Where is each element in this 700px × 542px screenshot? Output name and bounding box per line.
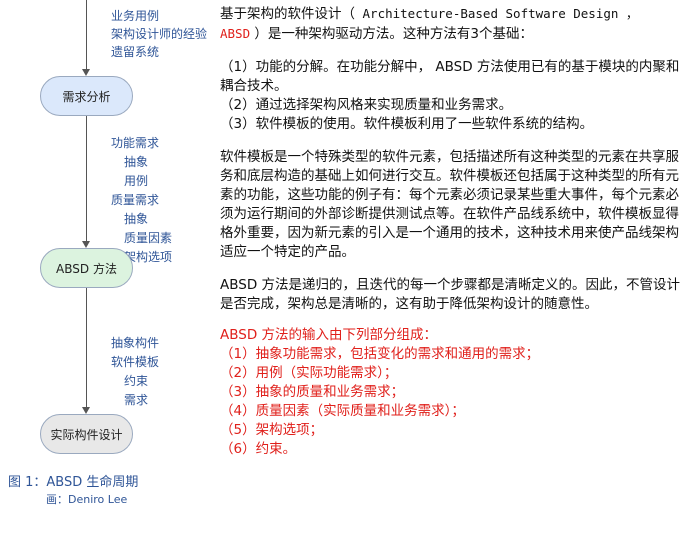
- inputs-item-6: （6）约束。: [220, 441, 297, 457]
- inputs-item-3: （3）抽象的质量和业务需求；: [220, 384, 405, 400]
- input-business-use-case: 业务用例: [111, 9, 160, 23]
- output-quality-factors: 质量因素: [124, 231, 173, 245]
- inputs-item-4: （4）质量因素（实际质量和业务需求）；: [220, 403, 465, 419]
- inputs-item-1: （1）抽象功能需求，包括变化的需求和通用的需求；: [220, 346, 540, 362]
- output-software-templates: 软件模板: [111, 355, 160, 369]
- template-paragraph: 软件模板是一个特殊类型的软件元素，包括描述所有这种类型的元素在共享服务和底层构造…: [220, 149, 679, 260]
- output-quality-requirements: 质量需求: [111, 193, 160, 207]
- figure-credit: 画：Deniro Lee: [46, 493, 128, 506]
- node-absd-method: ABSD 方法: [40, 248, 133, 288]
- intro-text-a: 基于架构的软件设计（: [220, 6, 355, 22]
- arrow-down-icon: [82, 407, 90, 414]
- output-functional-requirements: 功能需求: [111, 136, 160, 150]
- intro-text-en: Architecture-Based Software Design ，: [355, 6, 639, 21]
- figure-caption: 图 1：ABSD 生命周期: [8, 475, 139, 490]
- node-actual-component-design: 实际构件设计: [40, 414, 133, 454]
- arrow-shaft: [86, 116, 87, 241]
- intro-paragraph: 基于架构的软件设计（ Architecture-Based Software D…: [220, 4, 692, 44]
- intro-abbr: ABSD: [220, 26, 251, 41]
- intro-text-b: ）是一种架构驱动方法。这种方法有3个基础：: [250, 26, 533, 42]
- output-constraints: 约束: [124, 374, 149, 388]
- input-architect-experience: 架构设计师的经验: [111, 27, 208, 41]
- output-functional-use-case: 用例: [124, 174, 149, 188]
- inputs-item-2: （2）用例（实际功能需求）；: [220, 365, 398, 381]
- recursive-paragraph: ABSD 方法是递归的，且迭代的每一个步骤都是清晰定义的。因此，不管设计是否完成…: [220, 277, 681, 312]
- basis-item-1: （1）功能的分解。在功能分解中， ABSD 方法使用已有的基于模块的内聚和耦合技…: [220, 59, 680, 94]
- input-legacy-system: 遗留系统: [111, 45, 160, 59]
- output-abstract-components: 抽象构件: [111, 336, 160, 350]
- output-functional-abstract: 抽象: [124, 155, 149, 169]
- arrow-shaft: [86, 288, 87, 407]
- arrow-shaft: [86, 0, 87, 69]
- basis-item-2: （2）通过选择架构风格来实现质量和业务需求。: [220, 97, 513, 113]
- arrow-down-icon: [82, 241, 90, 248]
- inputs-list: ABSD 方法的输入由下列部分组成： （1）抽象功能需求，包括变化的需求和通用的…: [220, 326, 692, 459]
- output-quality-abstract: 抽象: [124, 212, 149, 226]
- inputs-item-5: （5）架构选项；: [220, 422, 324, 438]
- basis-item-3: （3）软件模板的使用。软件模板利用了一些软件系统的结构。: [220, 116, 594, 132]
- absd-lifecycle-diagram: 业务用例 架构设计师的经验 遗留系统 需求分析 功能需求 抽象 用例 质量需求 …: [0, 0, 208, 542]
- arrow-down-icon: [82, 69, 90, 76]
- node-requirements-analysis: 需求分析: [40, 76, 133, 116]
- inputs-heading: ABSD 方法的输入由下列部分组成：: [220, 327, 438, 343]
- output-requirements: 需求: [124, 393, 149, 407]
- article-body: 基于架构的软件设计（ Architecture-Based Software D…: [220, 4, 692, 459]
